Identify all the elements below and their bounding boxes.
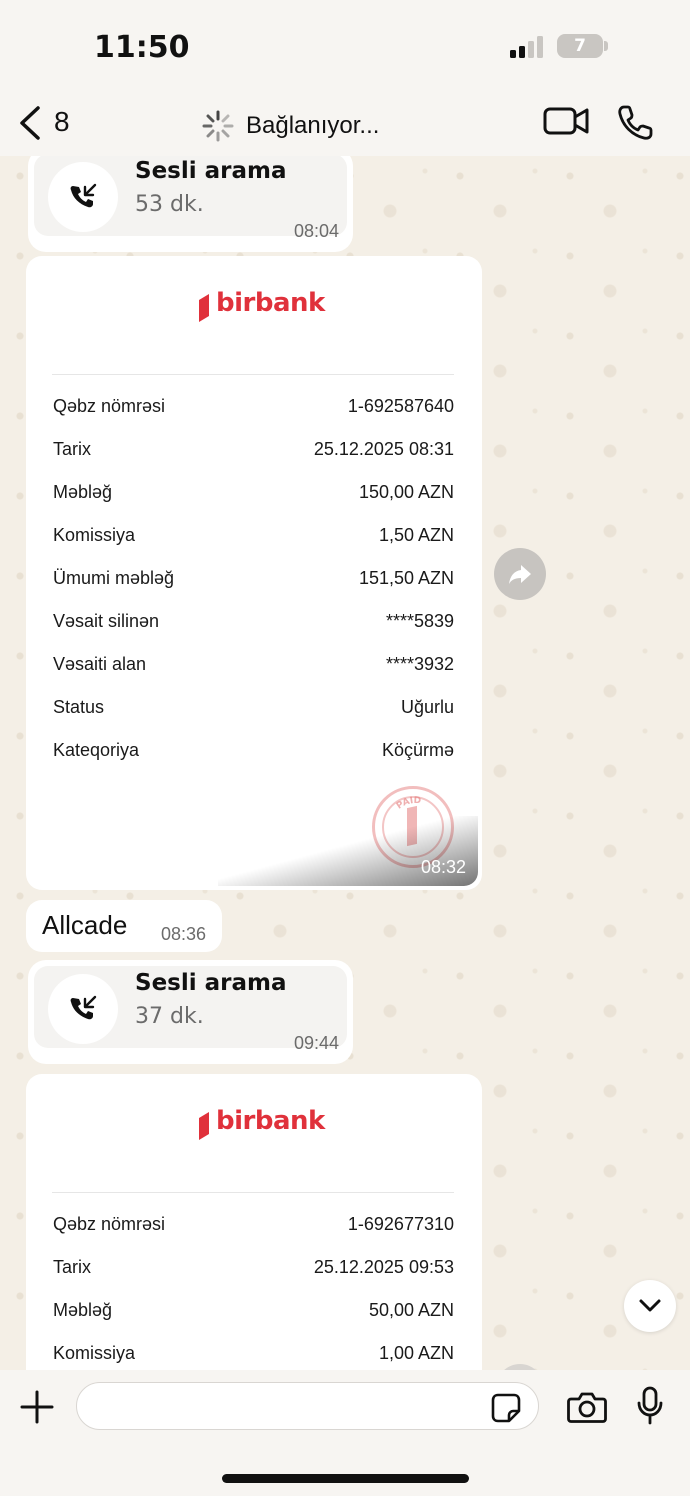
receipt-value: Köçürmə — [381, 740, 454, 760]
receipt-row: Status Uğurlu — [53, 693, 454, 723]
receipt-value: 50,00 AZN — [368, 1300, 454, 1320]
call-title: Sesli arama — [135, 970, 287, 996]
birbank-logo: birbank — [198, 1106, 338, 1142]
birbank-logo: birbank — [198, 288, 338, 324]
receipt-label: Məbləğ — [53, 1300, 113, 1320]
receipt-label: Komissiya — [53, 1343, 136, 1363]
receipt-label: Vəsait silinən — [53, 611, 160, 631]
receipt-divider — [52, 374, 454, 375]
receipt-label: Qəbz nömrəsi — [53, 396, 166, 416]
message-time: 09:44 — [293, 1033, 339, 1053]
call-icon-circle — [48, 162, 118, 232]
receipt-value: 151,50 AZN — [358, 568, 454, 588]
receipt-value: 1,50 AZN — [378, 525, 454, 545]
receipt-label: Qəbz nömrəsi — [53, 1214, 166, 1234]
receipt-value: 1,00 AZN — [378, 1343, 454, 1363]
composer-bar — [0, 1370, 690, 1496]
receipt-value: ****3932 — [385, 654, 454, 674]
receipt-row: Ümumi məbləğ 151,50 AZN — [53, 564, 454, 594]
chat-messages[interactable]: Sesli arama 53 dk. 08:04 birbank Qəbz nö… — [0, 156, 690, 1370]
birbank-logo-mark — [199, 294, 209, 322]
receipt-value: 1-692587640 — [347, 396, 454, 416]
receipt-row: Məbləğ 150,00 AZN — [53, 478, 454, 508]
receipt-value: 25.12.2025 09:53 — [313, 1257, 454, 1277]
home-indicator — [222, 1474, 469, 1483]
receipt-row: Qəbz nömrəsi 1-692677310 — [53, 1210, 454, 1240]
receipt-label: Kateqoriya — [53, 740, 140, 760]
incoming-call-icon — [70, 995, 97, 1020]
receipt-row: Tarix 25.12.2025 08:31 — [53, 435, 454, 465]
receipt-value: Uğurlu — [400, 697, 454, 717]
receipt-label: Status — [53, 697, 105, 717]
receipt-divider — [52, 1192, 454, 1193]
call-icon-circle — [48, 974, 118, 1044]
camera-icon[interactable] — [567, 1390, 607, 1424]
receipt-row: Tarix 25.12.2025 09:53 — [53, 1253, 454, 1283]
receipt-label: Ümumi məbləğ — [53, 568, 175, 588]
video-call-icon[interactable] — [543, 106, 589, 136]
brand-name: birbank — [216, 288, 325, 318]
message-text: Allcade — [42, 910, 128, 940]
receipt-label: Məbləğ — [53, 482, 113, 502]
voice-call-message[interactable]: Sesli arama 53 dk. 08:04 — [28, 156, 353, 252]
birbank-logo-mark — [199, 1112, 209, 1140]
receipt-row: Komissiya 1,00 AZN — [53, 1339, 454, 1369]
message-input[interactable] — [76, 1382, 539, 1430]
voice-call-icon[interactable] — [616, 104, 654, 142]
receipt-row: Vəsaiti alan ****3932 — [53, 650, 454, 680]
chevron-down-icon — [639, 1299, 661, 1312]
loading-spinner-icon — [202, 110, 234, 142]
receipt-image-message[interactable]: birbank Qəbz nömrəsi 1-692677310 Tarix 2… — [26, 1074, 482, 1370]
message-time: 08:32 — [420, 857, 466, 877]
receipt-value: 1-692677310 — [347, 1214, 454, 1234]
receipt-value: 25.12.2025 08:31 — [313, 439, 454, 459]
back-chevron-icon[interactable] — [18, 106, 42, 140]
back-unread-count[interactable]: 8 — [54, 106, 70, 138]
incoming-call-icon — [70, 183, 97, 208]
receipt-label: Komissiya — [53, 525, 136, 545]
receipt-row: Vəsait silinən ****5839 — [53, 607, 454, 637]
brand-name: birbank — [216, 1106, 325, 1136]
text-message[interactable]: Allcade 08:36 — [26, 900, 222, 952]
receipt-value: 150,00 AZN — [358, 482, 454, 502]
forward-button[interactable] — [494, 548, 546, 600]
status-time: 11:50 — [94, 30, 190, 65]
sticker-icon[interactable] — [490, 1392, 522, 1424]
status-bar: 11:50 7 — [0, 0, 690, 96]
battery-tip — [604, 41, 608, 51]
battery-icon: 7 — [557, 34, 603, 58]
call-duration: 53 dk. — [135, 192, 204, 217]
receipt-label: Tarix — [53, 1257, 92, 1277]
chat-header: 8 Bağlanıyor... — [0, 96, 690, 156]
connection-status-title: Bağlanıyor... — [246, 112, 380, 139]
forward-arrow-icon — [509, 565, 531, 584]
microphone-icon[interactable] — [636, 1386, 664, 1426]
svg-text:PAID: PAID — [395, 796, 421, 812]
call-duration: 37 dk. — [135, 1004, 204, 1029]
scroll-to-bottom-button[interactable] — [624, 1280, 676, 1332]
voice-call-message[interactable]: Sesli arama 37 dk. 09:44 — [28, 960, 353, 1064]
plus-icon[interactable] — [20, 1390, 54, 1424]
receipt-row: Komissiya 1,50 AZN — [53, 521, 454, 551]
call-title: Sesli arama — [135, 158, 287, 184]
signal-icon — [510, 36, 543, 58]
message-time: 08:04 — [293, 221, 339, 241]
receipt-label: Vəsaiti alan — [53, 654, 147, 674]
receipt-value: ****5839 — [385, 611, 454, 631]
receipt-image-message[interactable]: birbank Qəbz nömrəsi 1-692587640 Tarix 2… — [26, 256, 482, 890]
receipt-row: Qəbz nömrəsi 1-692587640 — [53, 392, 454, 422]
receipt-label: Tarix — [53, 439, 92, 459]
receipt-row: Kateqoriya Köçürmə — [53, 736, 454, 766]
receipt-row: Məbləğ 50,00 AZN — [53, 1296, 454, 1326]
message-time: 08:36 — [160, 924, 206, 944]
